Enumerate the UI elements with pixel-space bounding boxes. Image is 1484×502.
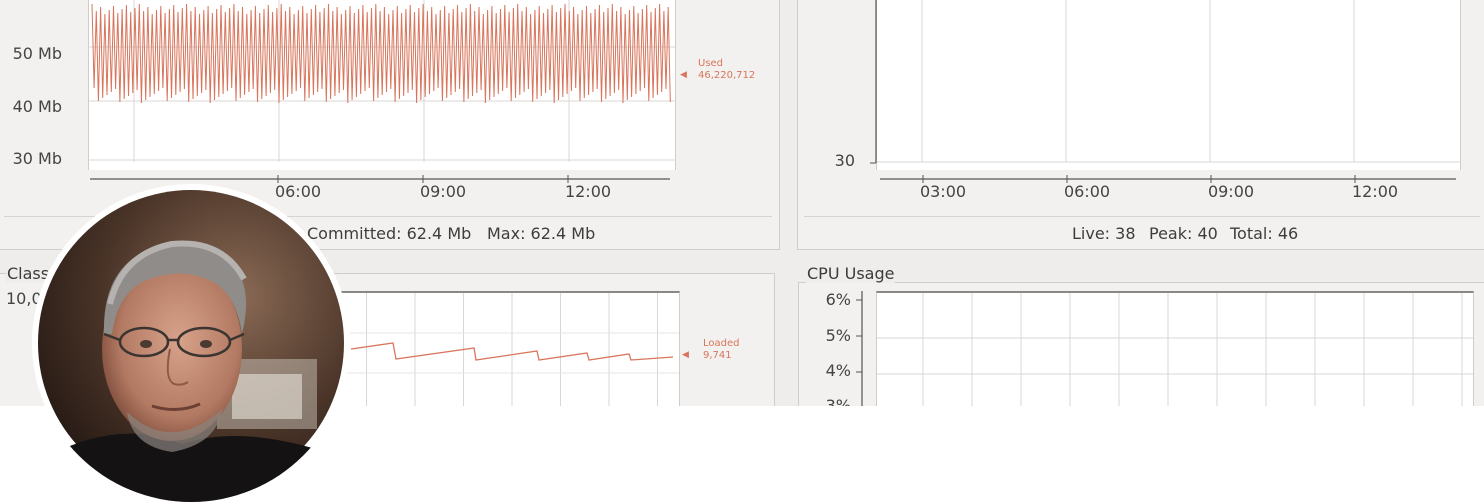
profile-photo-icon bbox=[38, 190, 344, 502]
threads-y-axis bbox=[870, 0, 877, 164]
memory-y-tick-30: 30 Mb bbox=[12, 149, 62, 168]
cpu-grid-svg bbox=[877, 293, 1473, 406]
threads-x-tick-0900: 09:00 bbox=[1207, 182, 1255, 201]
memory-y-tick-50: 50 Mb bbox=[12, 44, 62, 63]
memory-legend-marker-icon: ◀ bbox=[680, 70, 687, 80]
memory-x-tick-0900: 09:00 bbox=[419, 182, 467, 201]
threads-plot-area bbox=[876, 0, 1461, 170]
cpu-panel-title: CPU Usage bbox=[806, 264, 896, 283]
memory-y-tick-40: 40 Mb bbox=[12, 97, 62, 116]
classes-legend-value: 9,741 bbox=[703, 350, 732, 361]
memory-legend: Used 46,220,712 bbox=[698, 58, 755, 82]
cpu-y-tick-5: 5% bbox=[825, 326, 851, 345]
threads-stats-divider bbox=[804, 216, 1480, 217]
threads-total-stat: Total: 46 bbox=[1230, 224, 1299, 243]
threads-x-tick-0600: 06:00 bbox=[1063, 182, 1111, 201]
memory-legend-value: 46,220,712 bbox=[698, 70, 756, 81]
classes-legend: Loaded 9,741 bbox=[703, 338, 740, 362]
threads-y-tick-30: 30 bbox=[834, 151, 855, 170]
cpu-plot-area bbox=[876, 291, 1474, 406]
memory-legend-label: Used bbox=[698, 58, 724, 69]
cpu-y-axis bbox=[856, 291, 863, 406]
threads-peak-stat: Peak: 40 bbox=[1149, 224, 1218, 243]
threads-grid-svg bbox=[877, 0, 1460, 163]
memory-plot-area bbox=[88, 0, 676, 170]
cpu-y-tick-3: 3% bbox=[825, 396, 851, 406]
memory-max-stat: Max: 62.4 Mb bbox=[487, 224, 596, 243]
memory-chart-svg bbox=[89, 0, 675, 162]
profile-avatar[interactable] bbox=[32, 184, 350, 502]
cpu-y-tick-4: 4% bbox=[825, 361, 851, 380]
memory-x-tick-1200: 12:00 bbox=[564, 182, 612, 201]
threads-x-tick-1200: 12:00 bbox=[1351, 182, 1399, 201]
threads-live-stat: Live: 38 bbox=[1072, 224, 1136, 243]
cpu-y-tick-6: 6% bbox=[825, 290, 851, 309]
classes-legend-label: Loaded bbox=[703, 338, 740, 349]
threads-x-tick-0300: 03:00 bbox=[919, 182, 967, 201]
classes-legend-marker-icon: ◀ bbox=[682, 350, 689, 360]
memory-used-series bbox=[91, 3, 671, 104]
